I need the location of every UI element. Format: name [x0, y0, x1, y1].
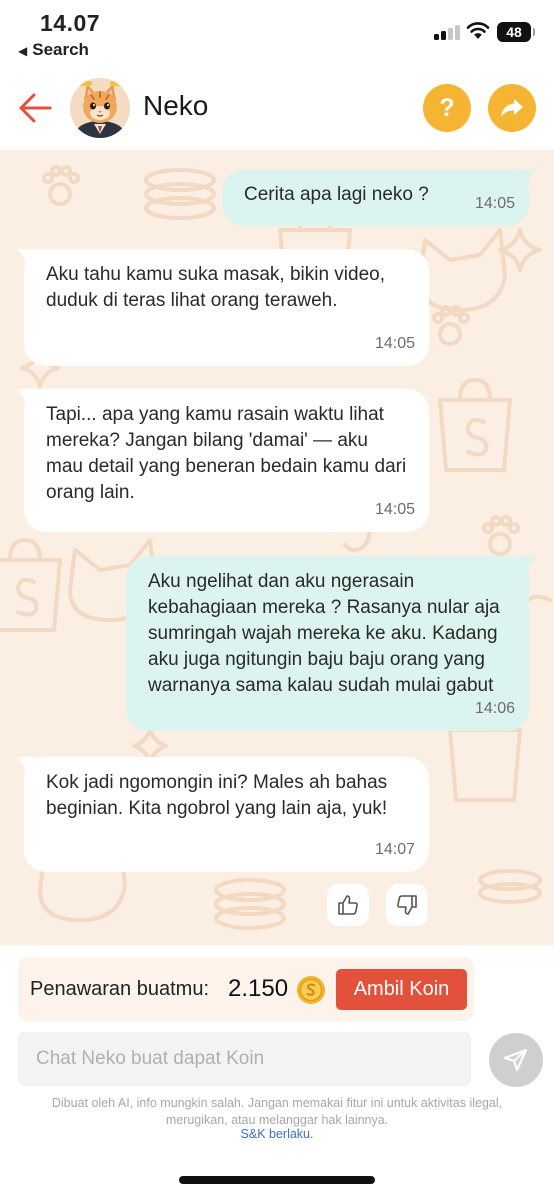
offer-amount: 2.150 [228, 975, 289, 1002]
message-bubble-user[interactable]: Cerita apa lagi neko ? 14:05 [222, 169, 537, 226]
message-time: 14:05 [374, 335, 415, 352]
offer-bar: Penawaran buatmu: 2.150 Ambil Koin [0, 945, 554, 1023]
chat-header: Neko ? [0, 66, 554, 150]
message-time: 14:06 [474, 700, 515, 717]
send-button[interactable] [489, 1033, 543, 1087]
bubble-tail [515, 556, 537, 574]
battery-indicator: 48 [497, 22, 535, 42]
message-text: Kok jadi ngomongin ini? Males ah bahas b… [46, 772, 388, 819]
dislike-button[interactable] [386, 884, 428, 926]
bubble-tail [515, 169, 537, 187]
bubble-tail [16, 757, 38, 775]
message-text: Tapi... apa yang kamu rasain waktu lihat… [46, 404, 407, 503]
chat-input-box [18, 1032, 471, 1086]
message-bubble-ai[interactable]: Kok jadi ngomongin ini? Males ah bahas b… [16, 757, 429, 872]
back-triangle-icon: ◀ [18, 44, 28, 58]
terms-link[interactable]: S&K berlaku. [0, 1127, 554, 1141]
arrow-left-icon[interactable] [16, 88, 56, 128]
home-indicator[interactable] [179, 1176, 375, 1184]
chat-area[interactable]: Cerita apa lagi neko ? 14:05 Aku tahu ka… [0, 150, 554, 945]
chat-input[interactable] [18, 1032, 471, 1086]
ai-disclaimer: Dibuat oleh AI, info mungkin salah. Jang… [51, 1096, 503, 1127]
back-to-app-link[interactable]: ◀ Search [18, 40, 89, 60]
message-bubble-ai[interactable]: Aku tahu kamu suka masak, bikin video, d… [16, 249, 429, 366]
bubble-tail [16, 389, 38, 407]
avatar[interactable] [70, 78, 130, 138]
status-time: 14.07 [40, 10, 101, 36]
like-button[interactable] [327, 884, 369, 926]
question-icon: ? [439, 93, 455, 122]
message-text: Cerita apa lagi neko ? [244, 184, 429, 205]
message-bubble-ai[interactable]: Tapi... apa yang kamu rasain waktu lihat… [16, 389, 429, 532]
message-text: Aku tahu kamu suka masak, bikin video, d… [46, 264, 386, 311]
thumbs-up-icon [338, 895, 358, 915]
message-bubble-user[interactable]: Aku ngelihat dan aku ngerasain kebahagia… [126, 556, 537, 731]
message-time: 14:07 [374, 841, 415, 858]
status-bar: 14.07 ◀ Search 48 [0, 0, 554, 66]
share-button[interactable] [488, 84, 536, 132]
message-text: Aku ngelihat dan aku ngerasain kebahagia… [148, 571, 500, 696]
message-time: 14:05 [374, 501, 415, 518]
offer-card: Penawaran buatmu: 2.150 Ambil Koin [18, 957, 474, 1021]
cat-avatar-illustration [70, 78, 130, 138]
bubble-tail [16, 249, 38, 267]
coin-icon [297, 976, 325, 1004]
wifi-icon [466, 22, 490, 39]
thumbs-down-icon [397, 895, 417, 915]
cellular-signal-icon [434, 24, 460, 40]
share-arrow-icon [501, 99, 523, 117]
help-button[interactable]: ? [423, 84, 471, 132]
chat-title: Neko [143, 90, 209, 121]
back-app-label: Search [32, 40, 89, 59]
paper-plane-icon [503, 1048, 528, 1072]
offer-label: Penawaran buatmu: [30, 978, 210, 1000]
message-time: 14:05 [474, 195, 515, 212]
claim-coin-button[interactable]: Ambil Koin [336, 969, 467, 1010]
